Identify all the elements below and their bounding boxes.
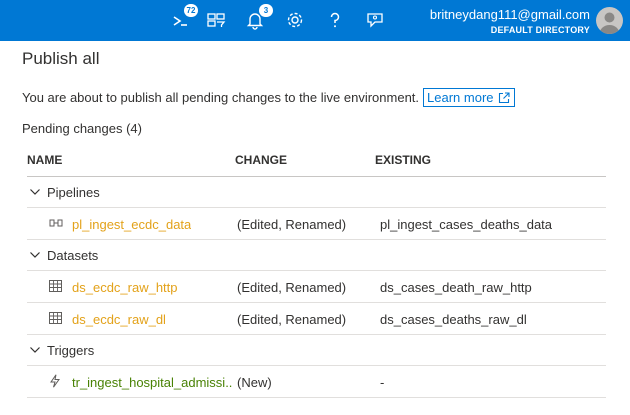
chevron-down-icon [30, 347, 40, 353]
item-existing: ds_cases_death_raw_http [380, 280, 532, 295]
chevron-down-icon [30, 252, 40, 258]
table-row[interactable]: ds_ecdc_raw_http (Edited, Renamed) ds_ca… [27, 271, 606, 303]
table-header: NAME CHANGE EXISTING [27, 151, 606, 177]
item-change: (New) [237, 375, 272, 390]
item-name-link[interactable]: ds_ecdc_raw_dl [72, 312, 166, 327]
table-row[interactable]: pl_ingest_ecdc_data (Edited, Renamed) pl… [27, 208, 606, 240]
item-change: (Edited, Renamed) [237, 217, 347, 232]
table-icon [49, 312, 62, 324]
description-text: You are about to publish all pending cha… [22, 90, 420, 105]
group-label: Pipelines [47, 185, 100, 200]
directory-filter-button[interactable] [204, 8, 228, 32]
avatar[interactable] [596, 7, 623, 34]
chevron-down-icon [30, 189, 40, 195]
pending-changes-table: NAME CHANGE EXISTING Pipelines pl_ingest… [27, 151, 606, 398]
group-label: Triggers [47, 343, 95, 358]
table-icon [49, 280, 62, 292]
item-change: (Edited, Renamed) [237, 312, 347, 327]
item-name-link[interactable]: ds_ecdc_raw_http [72, 280, 178, 295]
directory-filter-icon [207, 13, 226, 27]
item-name-link[interactable]: tr_ingest_hospital_admissi... [72, 375, 232, 390]
group-label: Datasets [47, 248, 99, 263]
help-button[interactable] [323, 8, 347, 32]
group-datasets[interactable]: Datasets [27, 240, 606, 271]
group-triggers[interactable]: Triggers [27, 335, 606, 366]
notifications-badge: 3 [259, 4, 273, 17]
table-row[interactable]: tr_ingest_hospital_admissi... (New) - [27, 366, 606, 398]
column-header-name: NAME [27, 153, 63, 167]
pending-changes-heading: Pending changes (4) [22, 121, 142, 136]
group-pipelines[interactable]: Pipelines [27, 177, 606, 208]
item-existing: pl_ingest_cases_deaths_data [380, 217, 553, 232]
publish-description: You are about to publish all pending cha… [22, 88, 515, 107]
item-change: (Edited, Renamed) [237, 280, 347, 295]
item-name-link[interactable]: pl_ingest_ecdc_data [72, 217, 191, 232]
feedback-icon [367, 13, 383, 28]
help-icon [330, 12, 340, 28]
item-existing: - [380, 375, 385, 390]
pipeline-icon [49, 219, 63, 227]
learn-more-link[interactable]: Learn more [423, 88, 515, 107]
column-header-change: CHANGE [235, 153, 288, 167]
gear-icon [287, 12, 303, 28]
learn-more-label: Learn more [427, 90, 494, 105]
settings-button[interactable] [283, 8, 307, 32]
user-avatar-icon [599, 12, 620, 34]
trigger-icon [50, 374, 60, 388]
cloud-shell-badge: 72 [184, 4, 198, 17]
column-header-existing: EXISTING [375, 153, 432, 167]
cloud-shell-button[interactable]: 72 [168, 4, 198, 32]
notifications-button[interactable]: 3 [243, 4, 273, 32]
page-title: Publish all [22, 49, 100, 68]
table-row[interactable]: ds_ecdc_raw_dl (Edited, Renamed) ds_case… [27, 303, 606, 335]
top-bar: 72 3 britneydang111@gmail.com DEFAULT DI… [0, 0, 630, 41]
external-link-icon [498, 91, 510, 103]
item-existing: ds_cases_deaths_raw_dl [380, 312, 527, 327]
feedback-button[interactable] [363, 8, 387, 32]
account-email: britneydang111@gmail.com [429, 7, 590, 22]
account-info[interactable]: britneydang111@gmail.com DEFAULT DIRECTO… [430, 7, 590, 37]
account-directory: DEFAULT DIRECTORY [490, 25, 590, 35]
